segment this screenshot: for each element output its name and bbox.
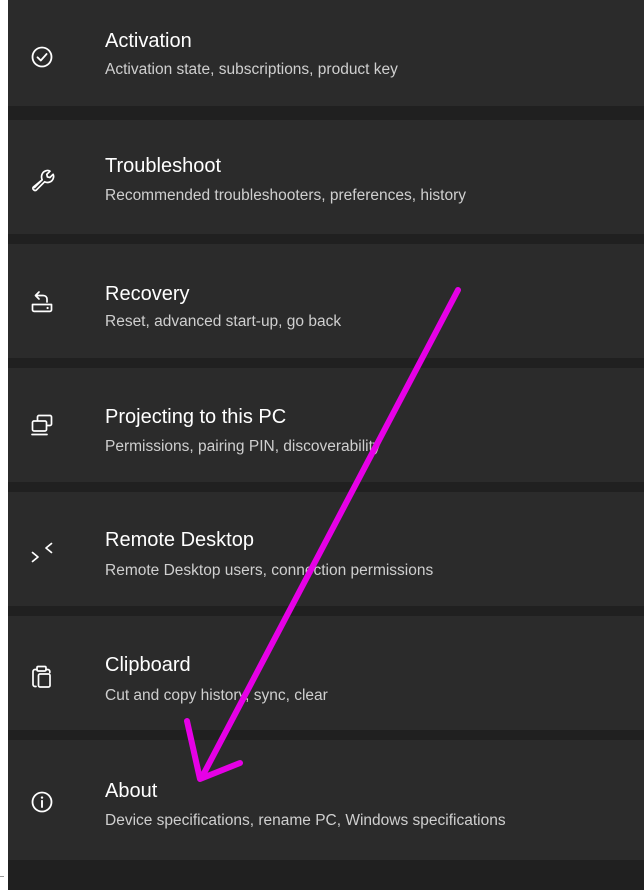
settings-item-title: Recovery: [105, 283, 190, 305]
edge-marker: [0, 876, 4, 877]
settings-item-about[interactable]: About Device specifications, rename PC, …: [8, 740, 644, 860]
settings-item-title: Troubleshoot: [105, 155, 221, 177]
settings-item-title: Remote Desktop: [105, 529, 254, 551]
settings-item-title: About: [105, 780, 158, 802]
settings-item-title: Activation: [105, 30, 192, 52]
settings-item-recovery[interactable]: Recovery Reset, advanced start-up, go ba…: [8, 244, 644, 358]
projecting-icon: [29, 412, 55, 438]
screenshot-canvas: Activation Activation state, subscriptio…: [0, 0, 644, 890]
remote-desktop-icon: [29, 538, 55, 564]
settings-item-subtitle: Remote Desktop users, connection permiss…: [105, 562, 434, 579]
settings-item-subtitle: Activation state, subscriptions, product…: [105, 61, 398, 78]
settings-item-subtitle: Reset, advanced start-up, go back: [105, 313, 342, 330]
checkmark-circle-icon: [29, 44, 55, 70]
info-circle-icon: [29, 789, 55, 815]
recovery-icon: [29, 288, 55, 314]
clipboard-icon: [29, 663, 55, 689]
settings-item-subtitle: Cut and copy history, sync, clear: [105, 687, 328, 704]
settings-item-activation[interactable]: Activation Activation state, subscriptio…: [8, 0, 644, 106]
wrench-icon: [29, 166, 55, 192]
settings-item-subtitle: Device specifications, rename PC, Window…: [105, 812, 506, 829]
settings-item-subtitle: Permissions, pairing PIN, discoverabilit…: [105, 438, 381, 455]
settings-item-title: Clipboard: [105, 654, 191, 676]
settings-item-remote-desktop[interactable]: Remote Desktop Remote Desktop users, con…: [8, 492, 644, 606]
settings-item-clipboard[interactable]: Clipboard Cut and copy history, sync, cl…: [8, 616, 644, 730]
settings-item-troubleshoot[interactable]: Troubleshoot Recommended troubleshooters…: [8, 120, 644, 234]
settings-item-projecting-to-this-pc[interactable]: Projecting to this PC Permissions, pairi…: [8, 368, 644, 482]
settings-item-title: Projecting to this PC: [105, 406, 287, 428]
settings-panel: Activation Activation state, subscriptio…: [8, 0, 644, 890]
settings-item-subtitle: Recommended troubleshooters, preferences…: [105, 187, 466, 204]
